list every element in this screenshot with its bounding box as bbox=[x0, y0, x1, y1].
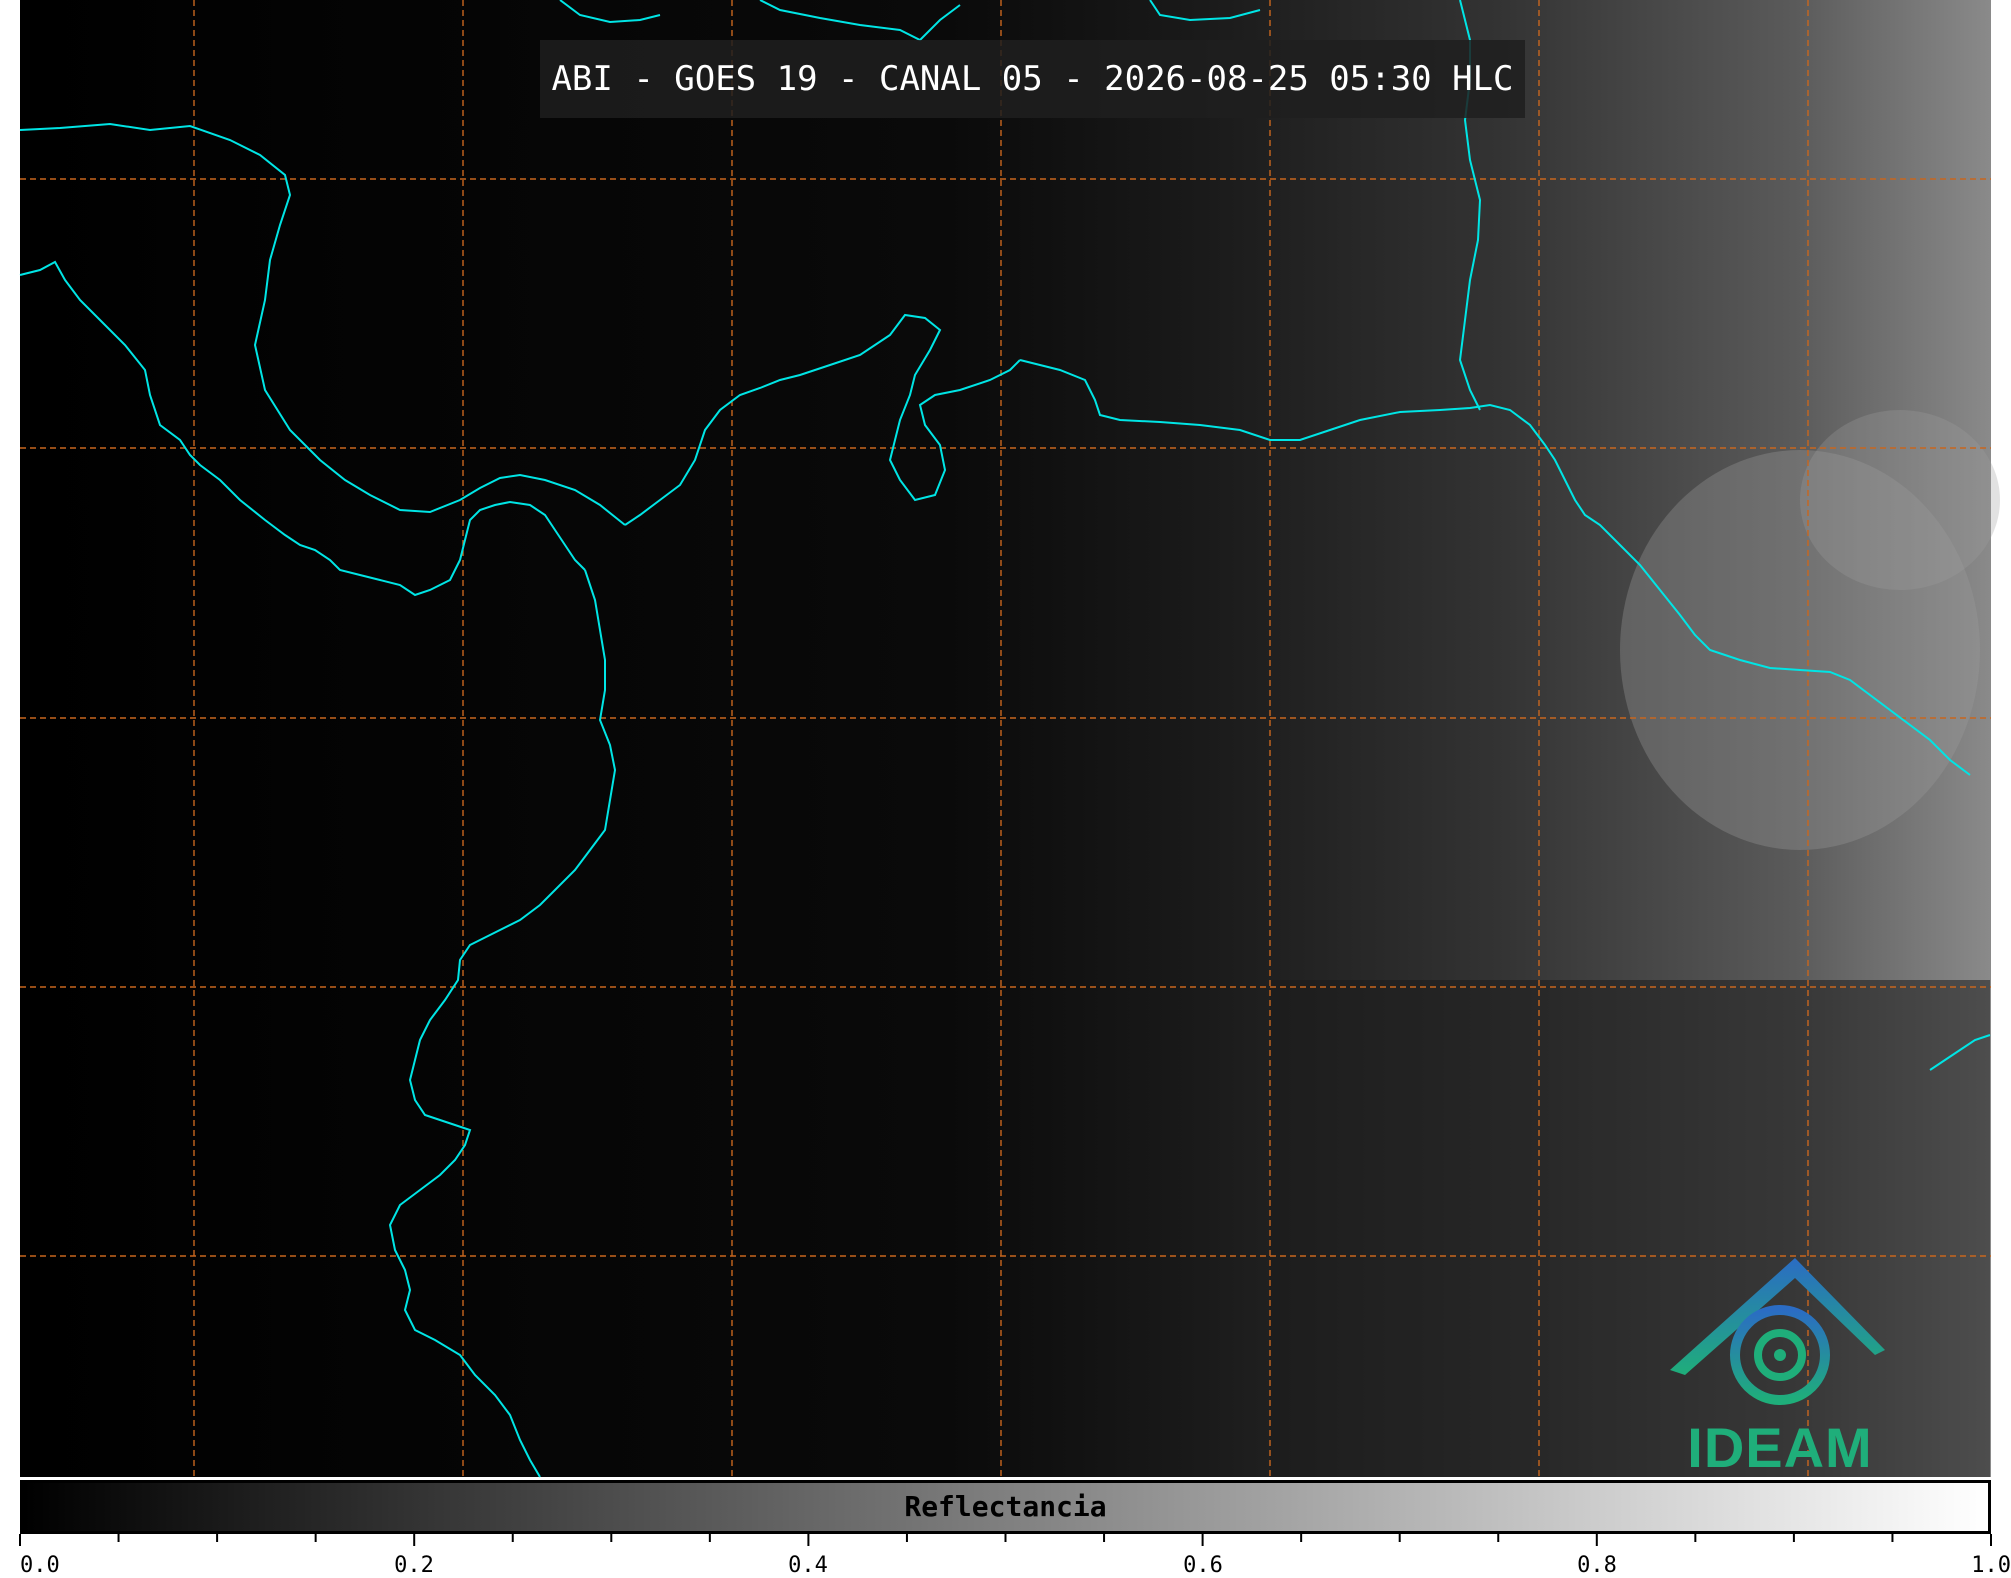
colorbar-tick-label: 0.0 bbox=[20, 1553, 60, 1578]
imagery-dark-band bbox=[1270, 980, 1990, 1477]
satellite-map bbox=[19, 0, 2000, 1478]
colorbar-tick-label: 0.8 bbox=[1577, 1553, 1617, 1578]
cloud-patch bbox=[1800, 410, 2000, 590]
colorbar-label: Reflectancia bbox=[904, 1490, 1107, 1523]
map-title: ABI - GOES 19 - CANAL 05 - 2026-08-25 05… bbox=[551, 59, 1514, 99]
logo-text: IDEAM bbox=[1687, 1416, 1873, 1479]
colorbar-ticks bbox=[19, 1534, 1992, 1546]
colorbar-tick-label: 0.4 bbox=[788, 1553, 828, 1578]
colorbar-tick-label: 0.2 bbox=[394, 1553, 434, 1578]
colorbar-tick-label: 0.6 bbox=[1183, 1553, 1223, 1578]
colorbar-tick-label: 1.0 bbox=[1971, 1553, 2011, 1578]
